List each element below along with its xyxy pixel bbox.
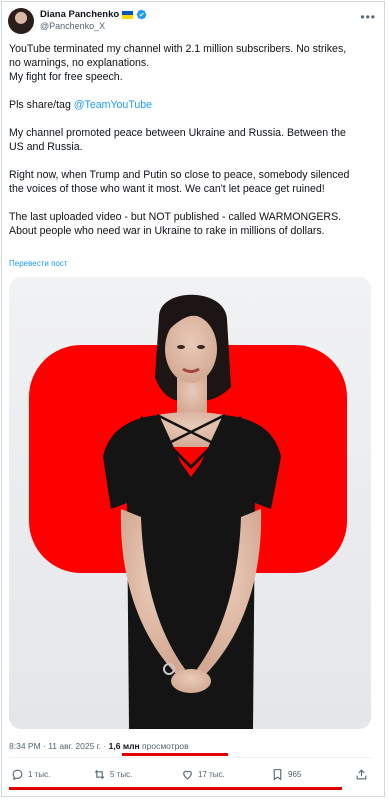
repost-count: 5 тыс. [110,770,133,779]
more-options-icon[interactable]: ••• [360,10,376,24]
text-line: the voices of those who want it most. We… [9,183,325,195]
bookmark-count: 965 [288,770,302,779]
text-line: Right now, when Trump and Putin so close… [9,169,350,181]
bookmark-button[interactable]: 965 [271,768,301,781]
views-count: 1,6 млн [108,741,140,751]
ukraine-flag-icon [122,10,134,19]
like-count: 17 тыс. [198,770,225,779]
author-name[interactable]: Diana Panchenko [40,9,119,20]
reply-button[interactable]: 1 тыс. [11,768,50,781]
text-line: US and Russia. [9,141,83,153]
reply-count: 1 тыс. [28,770,51,779]
text-line: Pls share/tag @TeamYouTube [9,98,374,112]
portrait-photo [9,277,371,729]
mention-link[interactable]: @TeamYouTube [74,99,152,111]
like-button[interactable]: 17 тыс. [181,768,225,781]
author-name-line: Diana Panchenko [40,9,147,20]
action-bar: 1 тыс. 5 тыс. 17 тыс. 965 [9,768,373,786]
bookmark-icon [273,769,282,781]
reply-icon [12,769,23,781]
text-line: no warnings, no explanations. [9,57,150,69]
share-icon [356,769,367,780]
share-button[interactable] [355,768,368,781]
repost-button[interactable]: 5 тыс. [93,768,132,781]
text-line: My channel promoted peace between Ukrain… [9,127,346,139]
post-meta: 8:34 PM · 11 авг. 2025 г. · 1,6 млн прос… [9,741,189,751]
text-line: YouTube terminated my channel with 2.1 m… [9,43,347,55]
author-handle[interactable]: @Panchenko_X [40,21,105,31]
highlight-underline [122,753,228,756]
highlight-underline [9,787,342,790]
text-line: My fight for free speech. [9,71,123,83]
timestamp[interactable]: 8:34 PM · 11 авг. 2025 г. · [9,741,109,751]
text-line: The last uploaded video - but NOT publis… [9,211,342,223]
text-line: About people who need war in Ukraine to … [9,225,325,237]
avatar[interactable] [8,8,34,34]
text-prefix: Pls share/tag [9,99,74,111]
divider [9,757,373,758]
post-text: YouTube terminated my channel with 2.1 m… [9,42,374,238]
translate-post-link[interactable]: Перевести пост [9,259,68,268]
post-header: Diana Panchenko @Panchenko_X ••• [8,8,380,42]
heart-icon [183,770,192,780]
views-label: просмотров [139,741,189,751]
verified-badge-icon [137,9,147,20]
repost-icon [94,769,105,780]
post-image[interactable] [9,277,371,729]
